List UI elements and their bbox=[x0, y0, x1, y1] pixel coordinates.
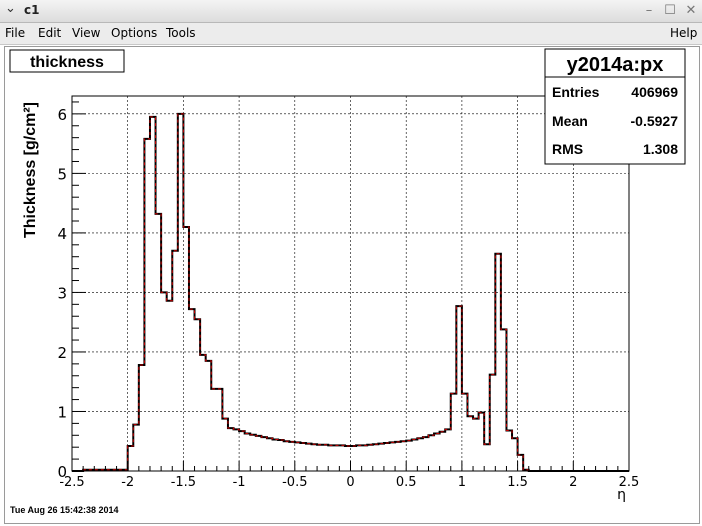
histogram-bin bbox=[384, 443, 390, 471]
x-tick-label: 2 bbox=[569, 475, 577, 490]
histogram-bin bbox=[161, 292, 167, 471]
histogram-bin bbox=[401, 441, 407, 471]
histogram-bin bbox=[423, 437, 429, 471]
histogram-bin bbox=[428, 435, 434, 471]
y-tick-label: 1 bbox=[57, 403, 67, 421]
histogram-bin bbox=[406, 441, 412, 471]
x-tick-label: 1.5 bbox=[507, 475, 528, 490]
histogram-bin bbox=[323, 445, 329, 471]
y-axis-label: Thickness [g/cm²] bbox=[22, 102, 39, 238]
histogram-bin bbox=[328, 445, 334, 471]
histogram-bin bbox=[467, 416, 473, 471]
histogram-bin bbox=[445, 429, 451, 471]
x-tick-label: -0.5 bbox=[282, 475, 307, 490]
histogram-bin bbox=[334, 445, 340, 471]
stats-entries-value: 406969 bbox=[631, 84, 678, 100]
histogram-bin bbox=[339, 445, 345, 471]
y-tick-label: 3 bbox=[57, 284, 67, 302]
histogram-bin bbox=[440, 432, 446, 471]
y-tick-label: 5 bbox=[57, 165, 67, 183]
histogram-bin bbox=[211, 389, 217, 471]
histogram-bin bbox=[200, 355, 206, 471]
histogram-bin bbox=[367, 445, 373, 471]
histogram-bin bbox=[412, 439, 418, 471]
x-tick-label: 0 bbox=[346, 475, 354, 490]
histogram-bin bbox=[417, 438, 423, 471]
histogram-bin bbox=[289, 442, 295, 471]
stats-rms-label: RMS bbox=[552, 141, 583, 157]
histogram-plot[interactable]: -2.5 -2 -1.5 -1 -0.5 0 0.5 1 1.5 2 2.5 0123456 η T… bbox=[0, 0, 702, 526]
y-tick-label: 0 bbox=[57, 463, 67, 481]
x-tick-label: 0.5 bbox=[396, 475, 417, 490]
histogram-bin bbox=[389, 442, 395, 471]
x-axis-label: η bbox=[617, 487, 626, 503]
x-tick-label: -1 bbox=[233, 475, 246, 490]
y-tick-label: 6 bbox=[57, 106, 67, 124]
histogram-bin bbox=[295, 442, 301, 471]
y-tick-labels: 0 1 2 3 4 5 6 bbox=[57, 106, 67, 481]
y-tick-label: 2 bbox=[57, 344, 67, 362]
histogram-bin bbox=[234, 429, 240, 471]
histogram-bin bbox=[356, 445, 362, 471]
histogram-bin bbox=[261, 437, 267, 471]
stats-name: y2014a:px bbox=[567, 54, 664, 76]
x-tick-label: 1 bbox=[458, 475, 466, 490]
histogram-bin bbox=[267, 438, 273, 471]
histogram-bin bbox=[300, 443, 306, 471]
y-axis-ticks bbox=[72, 101, 86, 472]
x-tick-label: -2 bbox=[121, 475, 134, 490]
histogram-bin bbox=[362, 445, 368, 471]
y-tick-label: 4 bbox=[57, 225, 67, 243]
histogram-title: thickness bbox=[30, 54, 104, 71]
timestamp: Tue Aug 26 15:42:38 2014 bbox=[10, 505, 119, 515]
histogram-bin bbox=[317, 445, 323, 471]
stats-entries-label: Entries bbox=[552, 84, 600, 100]
histogram-bin bbox=[228, 428, 234, 471]
histogram-bin bbox=[189, 309, 195, 471]
histogram-bin bbox=[273, 439, 279, 471]
x-axis-ticks bbox=[71, 461, 630, 471]
histogram-bin bbox=[239, 431, 245, 471]
histogram-bin bbox=[395, 442, 401, 471]
x-tick-label: -1.5 bbox=[171, 475, 196, 490]
histogram-bin bbox=[484, 444, 490, 471]
histogram-bin bbox=[351, 446, 357, 471]
stats-mean-label: Mean bbox=[552, 113, 588, 129]
histogram-bin bbox=[345, 446, 351, 471]
histogram-bin bbox=[278, 440, 284, 471]
histogram-bin bbox=[245, 434, 251, 472]
x-tick-labels: -2.5 -2 -1.5 -1 -0.5 0 0.5 1 1.5 2 2.5 bbox=[59, 475, 639, 490]
histogram-bin bbox=[306, 444, 312, 471]
histogram-bin bbox=[250, 435, 256, 471]
histogram-bin bbox=[373, 444, 379, 471]
histogram-bin bbox=[473, 419, 479, 471]
histogram-bin bbox=[434, 434, 440, 472]
stats-mean-value: -0.5927 bbox=[631, 113, 679, 129]
histogram-bin bbox=[312, 444, 318, 471]
histogram-bin bbox=[378, 444, 384, 471]
histogram-bin bbox=[284, 441, 290, 471]
stats-rms-value: 1.308 bbox=[643, 141, 678, 157]
histogram-bin bbox=[256, 436, 262, 471]
histogram-bin bbox=[167, 301, 173, 471]
